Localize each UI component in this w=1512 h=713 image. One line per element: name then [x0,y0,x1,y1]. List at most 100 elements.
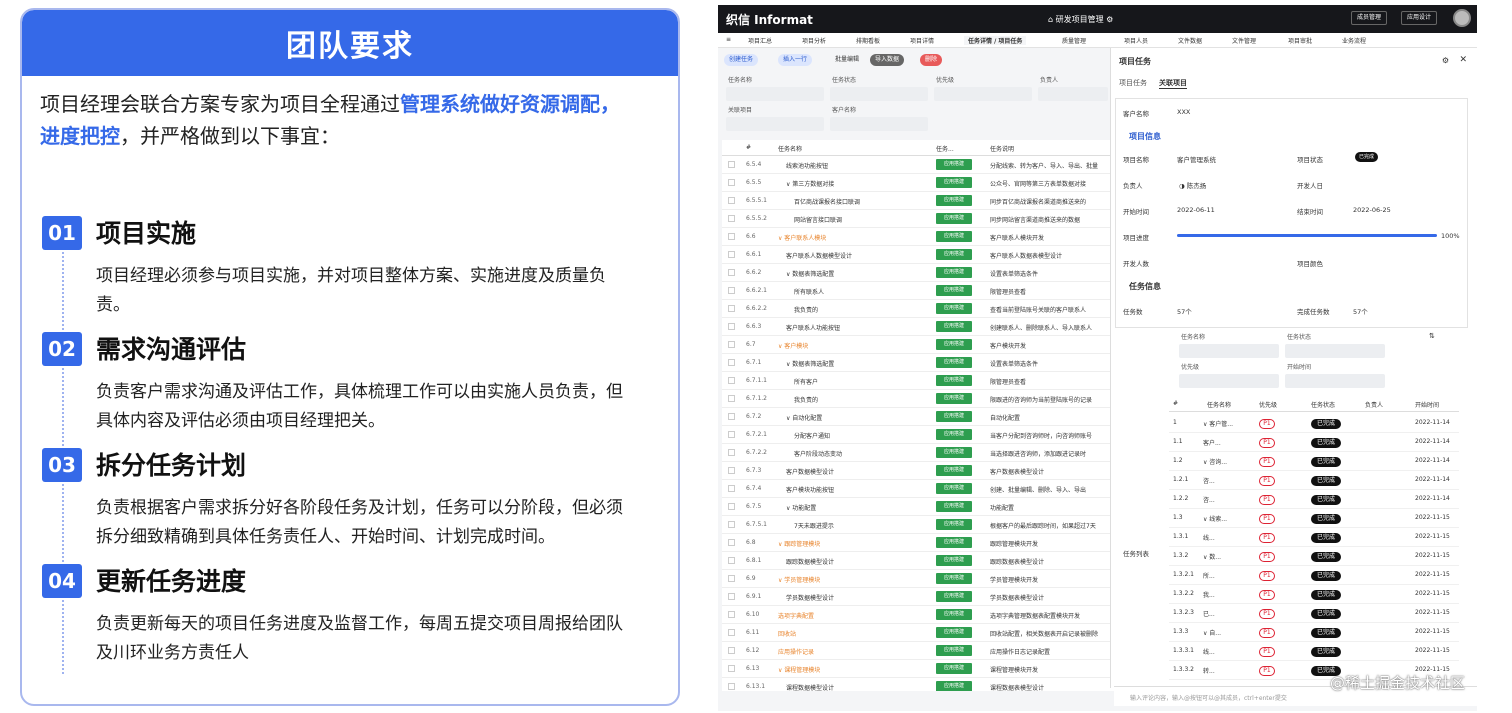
row-checkbox[interactable] [728,233,735,240]
row-description[interactable]: 分配线索、转为客户、导入、导出、批量 [990,161,1110,170]
table-row[interactable]: 6.5.4 线索池功能按钮 应用搭建 分配线索、转为客户、导入、导出、批量 [722,156,1114,174]
row-task-name[interactable]: 分配客户通知 [794,431,830,440]
row-checkbox[interactable] [728,197,735,204]
nav-tab-members[interactable]: 项目人员 [1124,36,1148,45]
sub-row-status[interactable]: 已完成 [1311,552,1341,562]
sub-table-row[interactable]: 1.3.3.1 线... P1 已完成 2022-11-15 [1169,642,1459,661]
sub-row-status[interactable]: 已完成 [1311,533,1341,543]
sub-row-priority[interactable]: P1 [1259,666,1275,676]
row-task-name[interactable]: ∨ 数据表筛选配置 [786,269,834,278]
table-row[interactable]: 6.9.1 学员数据模型设计 应用搭建 学员数据表模型设计 [722,588,1114,606]
user-avatar[interactable] [1453,9,1471,27]
sub-row-status[interactable]: 已完成 [1311,590,1341,600]
table-row[interactable]: 6.7 ∨ 客户模块 应用搭建 客户模块开发 [722,336,1114,354]
row-description[interactable]: 跟踪管理模块开发 [990,539,1110,548]
nav-tab-analysis[interactable]: 项目分析 [802,36,826,45]
row-checkbox[interactable] [728,521,735,528]
row-description[interactable]: 限管理员查看 [990,377,1110,386]
sub-row-priority[interactable]: P1 [1259,552,1275,562]
sub-row-status[interactable]: 已完成 [1311,457,1341,467]
sub-row-status[interactable]: 已完成 [1311,514,1341,524]
row-task-name[interactable]: ∨ 自动化配置 [786,413,822,422]
row-task-name[interactable]: 学员数据模型设计 [786,593,834,602]
row-status-badge[interactable]: 应用搭建 [936,573,972,584]
row-description[interactable]: 学员管理模块开发 [990,575,1110,584]
table-row[interactable]: 6.6.3 客户联系人功能按钮 应用搭建 创建联系人、删除联系人、导入联系人 [722,318,1114,336]
table-row[interactable]: 6.13.1 课程数据模型设计 应用搭建 课程数据表模型设计 [722,678,1114,691]
sub-row-name[interactable]: 所... [1203,571,1215,580]
row-task-name[interactable]: ∨ 第三方数据对接 [786,179,834,188]
sub-row-priority[interactable]: P1 [1259,476,1275,486]
sub-row-status[interactable]: 已完成 [1311,609,1341,619]
row-description[interactable]: 设置表单筛选条件 [990,269,1110,278]
table-row[interactable]: 6.7.4 客户模块功能按钮 应用搭建 创建、批量编辑、删除、导入、导出 [722,480,1114,498]
row-status-badge[interactable]: 应用搭建 [936,519,972,530]
row-task-name[interactable]: 客户联系人数据模型设计 [786,251,852,260]
row-checkbox[interactable] [728,395,735,402]
row-checkbox[interactable] [728,557,735,564]
row-description[interactable]: 课程数据表模型设计 [990,683,1110,691]
table-row[interactable]: 6.6.2.2 我负责的 应用搭建 查看当前登陆账号关联的客户联系人 [722,300,1114,318]
sub-row-status[interactable]: 已完成 [1311,647,1341,657]
row-description[interactable]: 创建、批量编辑、删除、导入、导出 [990,485,1110,494]
row-status-badge[interactable]: 应用搭建 [936,159,972,170]
sub-table-row[interactable]: 1.2.2 咨... P1 已完成 2022-11-14 [1169,490,1459,509]
sort-icon[interactable]: ⇅ [1429,332,1435,340]
table-row[interactable]: 6.7.1 ∨ 数据表筛选配置 应用搭建 设置表单筛选条件 [722,354,1114,372]
table-row[interactable]: 6.7.5 ∨ 功能配置 应用搭建 功能配置 [722,498,1114,516]
sub-row-priority[interactable]: P1 [1259,590,1275,600]
table-row[interactable]: 6.13 ∨ 课程管理模块 应用搭建 课程管理模块开发 [722,660,1114,678]
table-row[interactable]: 6.5.5 ∨ 第三方数据对接 应用搭建 公众号、官网等第三方表单数据对接 [722,174,1114,192]
row-checkbox[interactable] [728,305,735,312]
row-checkbox[interactable] [728,269,735,276]
project-title[interactable]: ⌂ 研发项目管理 ⚙ [1048,14,1113,25]
table-row[interactable]: 6.7.2 ∨ 自动化配置 应用搭建 自动化配置 [722,408,1114,426]
row-status-badge[interactable]: 应用搭建 [936,303,972,314]
row-checkbox[interactable] [728,215,735,222]
row-task-name[interactable]: ∨ 跟踪管理模块 [778,539,820,548]
table-row[interactable]: 6.7.5.1 7天未跟进提示 应用搭建 根据客户的最后跟踪时间，如果超过7天 [722,516,1114,534]
row-description[interactable]: 同步网站留言渠道商推送来的数据 [990,215,1110,224]
sub-row-priority[interactable]: P1 [1259,419,1275,429]
table-row[interactable]: 6.10 选项字典配置 应用搭建 选项字典管理数据表配置模块开发 [722,606,1114,624]
sub-row-name[interactable]: 我... [1203,590,1215,599]
row-checkbox[interactable] [728,287,735,294]
sub-row-priority[interactable]: P1 [1259,609,1275,619]
row-status-badge[interactable]: 应用搭建 [936,411,972,422]
sub-row-name[interactable]: ∨ 数... [1203,552,1221,561]
row-task-name[interactable]: 回收站 [778,629,796,638]
row-description[interactable]: 客户数据表模型设计 [990,467,1110,476]
sub-row-name[interactable]: ∨ 线索... [1203,514,1227,523]
row-checkbox[interactable] [728,449,735,456]
owner-value[interactable]: ◑ 陈杰扬 [1179,180,1206,190]
table-row[interactable]: 6.7.2.1 分配客户通知 应用搭建 当客户分配到咨询师时，向咨询师账号 [722,426,1114,444]
col-status[interactable]: 任务... [936,144,954,153]
row-checkbox[interactable] [728,323,735,330]
row-task-name[interactable]: 客户模块功能按钮 [786,485,834,494]
row-checkbox[interactable] [728,161,735,168]
row-checkbox[interactable] [728,179,735,186]
row-task-name[interactable]: 跟踪数据模型设计 [786,557,834,566]
row-status-badge[interactable]: 应用搭建 [936,231,972,242]
sub-row-priority[interactable]: P1 [1259,514,1275,524]
sub-row-status[interactable]: 已完成 [1311,628,1341,638]
row-status-badge[interactable]: 应用搭建 [936,375,972,386]
end-value[interactable]: 2022-06-25 [1353,206,1391,214]
sub-table-row[interactable]: 1.3.2 ∨ 数... P1 已完成 2022-11-15 [1169,547,1459,566]
row-description[interactable]: 限跟进的咨询师为当前登陆账号的记录 [990,395,1110,404]
sub-row-name[interactable]: 转... [1203,666,1215,675]
row-checkbox[interactable] [728,647,735,654]
sub-table-row[interactable]: 1.3.2.2 我... P1 已完成 2022-11-15 [1169,585,1459,604]
menu-icon[interactable]: ≡ [726,36,731,43]
app-logo[interactable]: 织信 Informat [726,11,813,28]
sub-row-name[interactable]: ∨ 客户管... [1203,419,1233,428]
row-description[interactable]: 公众号、官网等第三方表单数据对接 [990,179,1110,188]
row-status-badge[interactable]: 应用搭建 [936,465,972,476]
row-status-badge[interactable]: 应用搭建 [936,357,972,368]
sub-table-row[interactable]: 1.1 客户... P1 已完成 2022-11-14 [1169,433,1459,452]
row-checkbox[interactable] [728,629,735,636]
nav-tab-approval[interactable]: 项目审批 [1288,36,1312,45]
sub-row-name[interactable]: 已... [1203,609,1215,618]
row-status-badge[interactable]: 应用搭建 [936,321,972,332]
customer-value[interactable]: XXX [1177,108,1190,116]
